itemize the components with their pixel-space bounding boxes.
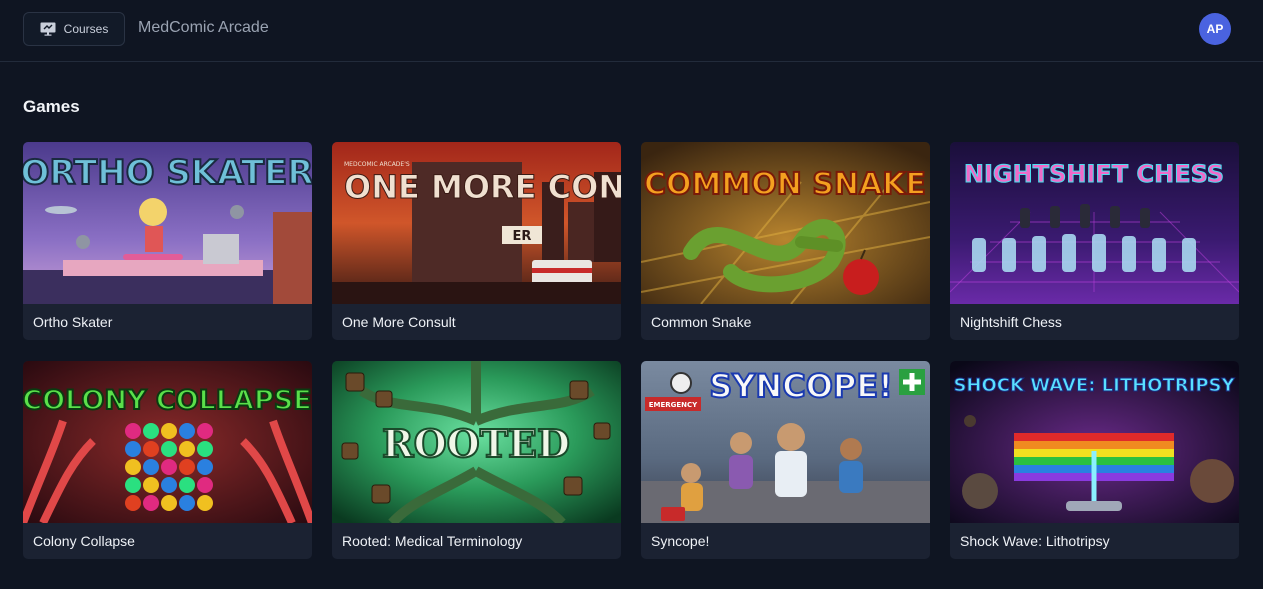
game-art-kicker: MEDCOMIC ARCADE'S (344, 161, 410, 168)
game-card-rooted[interactable]: ROOTED Rooted: Medical Terminology (332, 361, 621, 559)
game-title: One More Consult (342, 314, 456, 330)
game-thumbnail: COMMON SNAKE (641, 142, 930, 304)
game-thumbnail: NIGHTSHIFT CHESS (950, 142, 1239, 304)
courses-button-label: Courses (63, 22, 109, 36)
game-card-one-more-consult[interactable]: ER MEDCOMIC ARCADE'S ONE MORE CONSULT On… (332, 142, 621, 340)
game-art-title: NIGHTSHIFT CHESS (964, 160, 1224, 188)
game-card-ortho-skater[interactable]: ORTHO SKATER Ortho Skater (23, 142, 312, 340)
top-bar: Courses MedComic Arcade AP (0, 0, 1263, 62)
game-card-colony-collapse[interactable]: COLONY COLLAPSE Colony Collapse (23, 361, 312, 559)
games-grid: ORTHO SKATER Ortho Skater ER MEDCOMIC AR… (23, 142, 1240, 559)
game-thumbnail: ORTHO SKATER (23, 142, 312, 304)
game-title: Ortho Skater (33, 314, 113, 330)
game-card-nightshift-chess[interactable]: NIGHTSHIFT CHESS Nightshift Chess (950, 142, 1239, 340)
courses-button[interactable]: Courses (23, 12, 125, 46)
game-title: Common Snake (651, 314, 752, 330)
section-title: Games (23, 97, 80, 116)
game-art-title: ORTHO SKATER (23, 153, 312, 193)
game-art-title: COLONY COLLAPSE (23, 385, 312, 416)
presentation-icon (40, 22, 56, 36)
game-thumbnail: SHOCK WAVE: LITHOTRIPSY (950, 361, 1239, 523)
game-art-title: COMMON SNAKE (644, 167, 926, 202)
game-card-shock-wave-lithotripsy[interactable]: SHOCK WAVE: LITHOTRIPSY Shock Wave: Lith… (950, 361, 1239, 559)
app-title: MedComic Arcade (138, 19, 269, 36)
game-title: Colony Collapse (33, 533, 135, 549)
game-title: Syncope! (651, 533, 710, 549)
game-thumbnail: COLONY COLLAPSE (23, 361, 312, 523)
game-card-syncope[interactable]: EMERGENCY SYNCOPE! Syncope! (641, 361, 930, 559)
game-thumbnail: ER MEDCOMIC ARCADE'S ONE MORE CONSULT (332, 142, 621, 304)
game-art-title-text: ONE MORE CONSULT (344, 168, 621, 206)
game-thumbnail: ROOTED (332, 361, 621, 523)
user-avatar[interactable]: AP (1199, 13, 1231, 45)
game-title: Rooted: Medical Terminology (342, 533, 523, 549)
emergency-sign-text: EMERGENCY (649, 401, 698, 409)
game-thumbnail: EMERGENCY SYNCOPE! (641, 361, 930, 523)
game-card-common-snake[interactable]: COMMON SNAKE Common Snake (641, 142, 930, 340)
game-art-title: ROOTED (382, 421, 570, 466)
game-art-title: ONE MORE CONSULT (344, 168, 621, 206)
game-title: Nightshift Chess (960, 314, 1062, 330)
game-art-title: SHOCK WAVE: LITHOTRIPSY (953, 375, 1235, 396)
er-sign-text: ER (513, 229, 532, 244)
game-art-title: SYNCOPE! (709, 367, 893, 405)
game-title: Shock Wave: Lithotripsy (960, 533, 1110, 549)
